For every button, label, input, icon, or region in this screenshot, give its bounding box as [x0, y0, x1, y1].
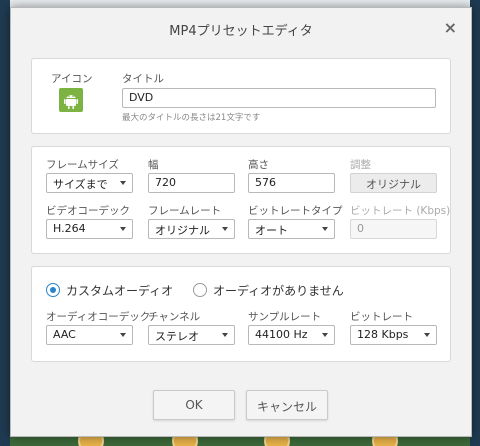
chevron-down-icon [120, 333, 126, 337]
adjust-original-button[interactable]: オリジナル [350, 173, 437, 193]
bitrate-type-select[interactable]: オート [248, 219, 335, 239]
bitrate-type-label: ビットレートタイプ [248, 205, 343, 217]
title-hint: 最大のタイトルの長さは21文字です [122, 113, 261, 123]
frame-rate-value: オリジナル [155, 224, 210, 237]
video-codec-select[interactable]: H.264 [46, 219, 133, 239]
title-panel: アイコン タイトル DVD 最大のタイトルの長さは21文字です [31, 58, 451, 134]
android-icon[interactable] [59, 88, 83, 112]
video-codec-label: ビデオコーデック [46, 205, 130, 217]
custom-audio-radio[interactable] [46, 283, 60, 297]
icon-label: アイコン [51, 73, 93, 85]
custom-audio-label[interactable]: カスタムオーディオ [66, 282, 173, 299]
sample-rate-label: サンプルレート [248, 311, 322, 323]
frame-size-label: フレームサイズ [46, 159, 119, 171]
frame-rate-select[interactable]: オリジナル [148, 219, 235, 239]
no-audio-radio[interactable] [193, 283, 207, 297]
title-label: タイトル [122, 73, 164, 85]
bitrate-input[interactable]: 0 [350, 219, 437, 239]
audio-codec-select[interactable]: AAC [46, 325, 133, 345]
frame-rate-label: フレームレート [148, 205, 222, 217]
background-app-edge-left [0, 0, 10, 446]
audio-bitrate-select[interactable]: 128 Kbps [350, 325, 437, 345]
chevron-down-icon [120, 181, 126, 185]
chevron-down-icon [120, 227, 126, 231]
audio-bitrate-value: 128 Kbps [357, 328, 409, 341]
audio-codec-value: AAC [53, 328, 76, 341]
chevron-down-icon [222, 227, 228, 231]
cancel-button[interactable]: キャンセル [246, 390, 328, 420]
audio-settings-panel: カスタムオーディオ オーディオがありません オーディオコーデック AAC チャン… [31, 266, 451, 362]
chevron-down-icon [322, 333, 328, 337]
audio-bitrate-label: ビットレート [350, 311, 413, 323]
chevron-down-icon [222, 333, 228, 337]
sample-rate-value: 44100 Hz [255, 328, 308, 341]
dialog-titlebar: MP4プリセットエディタ × [11, 8, 471, 46]
dialog-title: MP4プリセットエディタ [169, 24, 313, 39]
audio-codec-label: オーディオコーデック [46, 311, 151, 323]
adjust-label: 調整 [350, 159, 371, 171]
video-codec-value: H.264 [53, 222, 86, 235]
video-settings-panel: フレームサイズ サイズまで 幅 720 高さ 576 調整 オリジナル ビデオコ… [31, 146, 451, 254]
bitrate-label: ビットレート (Kbps) [350, 205, 451, 217]
chevron-down-icon [424, 333, 430, 337]
channel-label: チャンネル [148, 311, 201, 323]
chevron-down-icon [322, 227, 328, 231]
height-label: 高さ [248, 159, 269, 171]
title-input[interactable]: DVD [122, 88, 436, 108]
close-icon[interactable]: × [444, 18, 457, 37]
ok-button[interactable]: OK [153, 390, 235, 420]
no-audio-label[interactable]: オーディオがありません [213, 282, 344, 299]
sample-rate-select[interactable]: 44100 Hz [248, 325, 335, 345]
channel-value: ステレオ [155, 330, 199, 343]
bitrate-type-value: オート [255, 224, 288, 237]
height-input[interactable]: 576 [248, 173, 335, 193]
frame-size-select[interactable]: サイズまで [46, 173, 133, 193]
width-label: 幅 [148, 159, 159, 171]
preset-editor-dialog: MP4プリセットエディタ × アイコン タイトル DVD 最大のタイトルの長さは… [10, 7, 472, 437]
width-input[interactable]: 720 [148, 173, 235, 193]
frame-size-value: サイズまで [53, 178, 108, 191]
channel-select[interactable]: ステレオ [148, 325, 235, 345]
